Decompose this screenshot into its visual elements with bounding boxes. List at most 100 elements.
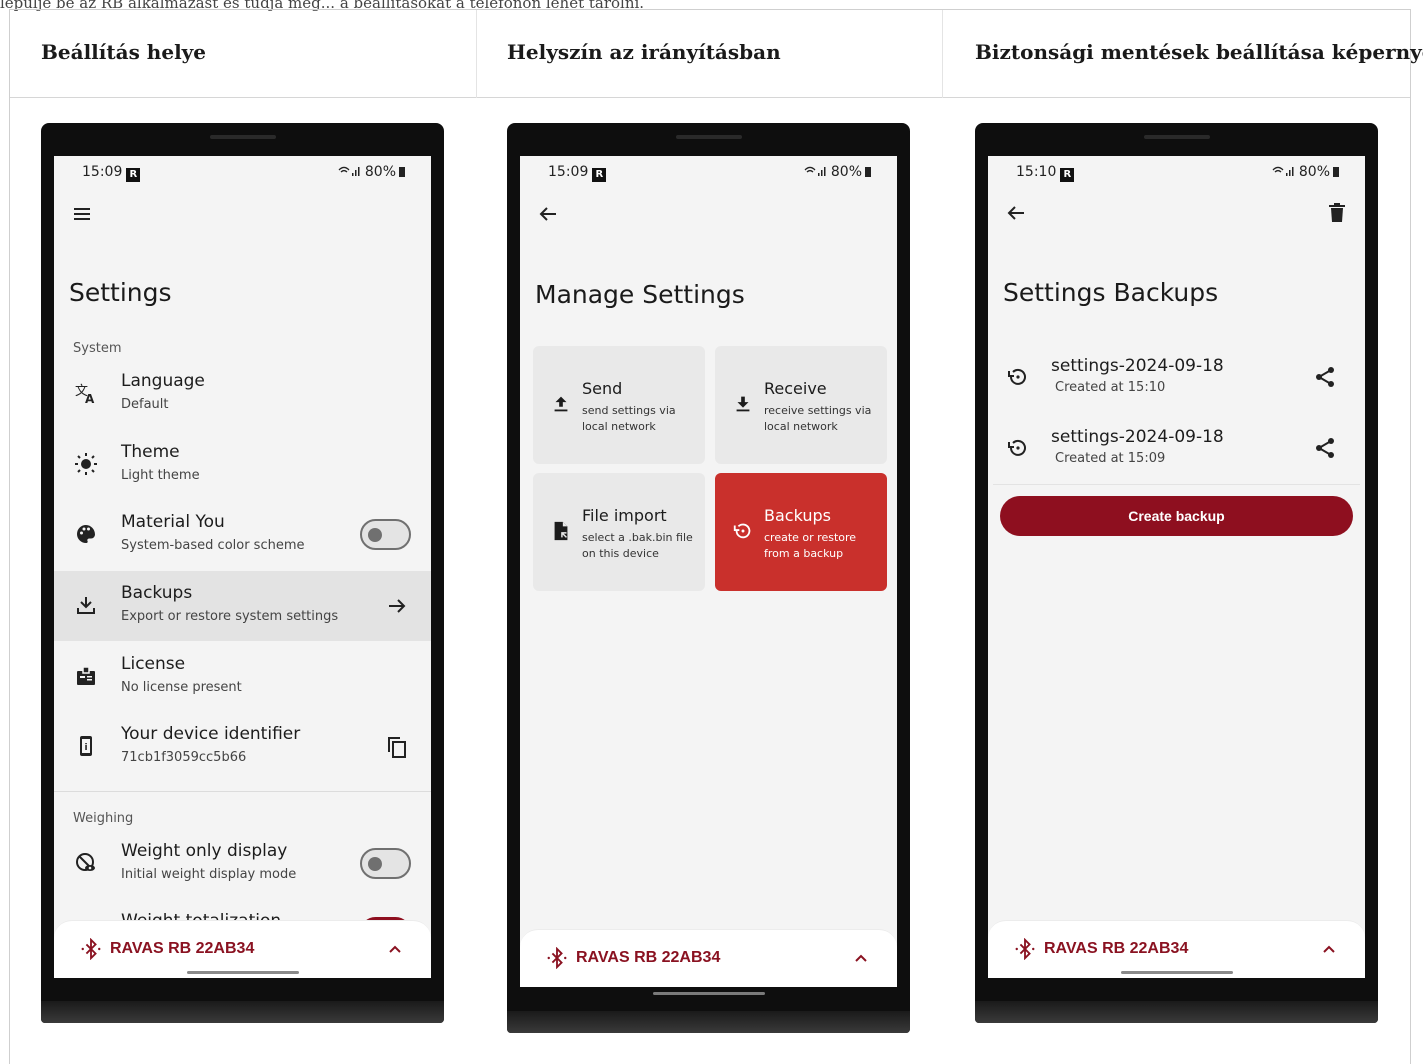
settings-item-title: Your device identifier bbox=[121, 724, 301, 744]
share-icon[interactable] bbox=[1313, 436, 1337, 460]
restore-icon bbox=[1006, 436, 1030, 460]
status-time: 15:09 bbox=[82, 164, 123, 180]
settings-item-subtitle: No license present bbox=[121, 680, 242, 695]
page-title: Settings bbox=[69, 278, 172, 307]
status-right: 80% bbox=[338, 164, 405, 180]
weight-eye-icon bbox=[74, 851, 98, 875]
trash-icon[interactable] bbox=[1325, 201, 1349, 225]
settings-item-language[interactable]: 文A Language Default bbox=[54, 359, 431, 429]
column-header-navigation: Helyszín az irányításban bbox=[507, 40, 781, 64]
phone-bottom-edge bbox=[41, 1001, 444, 1023]
page-title: Settings Backups bbox=[1003, 278, 1219, 307]
phone-manage-settings: 15:09 R 80% Manage Settings Send send set… bbox=[507, 123, 910, 1033]
chevron-up-icon[interactable] bbox=[851, 948, 871, 968]
svg-text:A: A bbox=[85, 392, 95, 405]
badge-icon bbox=[74, 664, 98, 688]
battery-icon bbox=[399, 167, 405, 177]
header-divider bbox=[10, 97, 1410, 98]
settings-item-device-identifier[interactable]: i Your device identifier 71cb1f3059cc5b6… bbox=[54, 712, 431, 782]
settings-item-weight-only-display[interactable]: Weight only display Initial weight displ… bbox=[54, 829, 431, 899]
backup-created: Created at 15:10 bbox=[1055, 380, 1166, 395]
backup-item[interactable]: settings-2024-09-18 Created at 15:10 bbox=[988, 343, 1365, 413]
settings-screen: 15:09 R 80% Settings System 文A Language D… bbox=[54, 156, 431, 978]
phone-settings: 15:09 R 80% Settings System 文A Language D… bbox=[41, 123, 444, 1023]
material-you-toggle[interactable] bbox=[360, 519, 411, 550]
brightness-icon bbox=[74, 452, 98, 476]
svg-text:i: i bbox=[85, 743, 88, 753]
tile-send[interactable]: Send send settings via local network bbox=[533, 346, 705, 464]
create-backup-button[interactable]: Create backup bbox=[1000, 496, 1353, 536]
device-bar[interactable]: RAVAS RB 22AB34 bbox=[520, 929, 897, 987]
settings-item-title: Weight only display bbox=[121, 841, 288, 861]
nav-handle[interactable] bbox=[652, 992, 765, 995]
device-bar[interactable]: RAVAS RB 22AB34 bbox=[988, 920, 1365, 978]
phone-bottom-edge bbox=[975, 1001, 1378, 1023]
tile-file-import[interactable]: File import select a .bak.bin file on th… bbox=[533, 473, 705, 591]
palette-icon bbox=[74, 522, 98, 546]
status-bar: 15:10 R 80% bbox=[988, 156, 1365, 188]
device-name: RAVAS RB 22AB34 bbox=[576, 949, 721, 966]
phone-speaker bbox=[209, 135, 276, 139]
tile-subtitle: select a .bak.bin file on this device bbox=[582, 531, 693, 560]
battery-icon bbox=[1333, 167, 1339, 177]
device-name: RAVAS RB 22AB34 bbox=[110, 940, 255, 957]
tile-subtitle: receive settings via local network bbox=[764, 404, 872, 433]
settings-item-backups[interactable]: Backups Export or restore system setting… bbox=[54, 571, 431, 641]
back-arrow-icon[interactable] bbox=[1004, 201, 1028, 225]
settings-item-subtitle: Export or restore system settings bbox=[121, 609, 339, 624]
phone-speaker bbox=[1143, 135, 1210, 139]
download-tray-icon bbox=[732, 393, 754, 415]
settings-item-material-you[interactable]: Material You System-based color scheme bbox=[54, 500, 431, 570]
battery-percent: 80% bbox=[364, 164, 396, 180]
settings-item-subtitle: System-based color scheme bbox=[121, 538, 305, 553]
chevron-up-icon[interactable] bbox=[1319, 939, 1339, 959]
tile-receive[interactable]: Receive receive settings via local netwo… bbox=[715, 346, 887, 464]
battery-percent: 80% bbox=[1298, 164, 1330, 180]
weight-only-display-toggle[interactable] bbox=[360, 848, 411, 879]
device-name: RAVAS RB 22AB34 bbox=[1044, 940, 1189, 957]
tile-title: Backups bbox=[764, 506, 831, 525]
translate-icon: 文A bbox=[74, 381, 98, 406]
device-bar[interactable]: RAVAS RB 22AB34 bbox=[54, 920, 431, 978]
tile-subtitle: send settings via local network bbox=[582, 404, 676, 433]
nav-handle[interactable] bbox=[1120, 971, 1233, 974]
tile-backups[interactable]: Backups create or restore from a backup bbox=[715, 473, 887, 591]
copy-icon[interactable] bbox=[385, 735, 409, 759]
back-arrow-icon[interactable] bbox=[536, 202, 560, 226]
section-divider bbox=[54, 791, 431, 792]
restore-icon bbox=[1006, 365, 1030, 389]
phone-speaker bbox=[675, 135, 742, 139]
bluetooth-icon bbox=[546, 946, 568, 970]
section-header-weighing: Weighing bbox=[73, 811, 134, 826]
settings-item-title: License bbox=[121, 654, 186, 674]
settings-item-subtitle: Initial weight display mode bbox=[121, 867, 297, 882]
column-header-location: Beállítás helye bbox=[41, 40, 207, 64]
column-header-backup-screen: Biztonsági mentések beállítása képernyő bbox=[975, 40, 1423, 64]
page-title: Manage Settings bbox=[535, 280, 745, 309]
wifi-signal-icon bbox=[804, 166, 826, 176]
bluetooth-icon bbox=[1014, 937, 1036, 961]
wifi-signal-icon bbox=[338, 166, 360, 176]
tile-title: Send bbox=[582, 379, 623, 398]
status-right: 80% bbox=[804, 164, 871, 180]
list-divider bbox=[993, 484, 1360, 485]
settings-item-license[interactable]: License No license present bbox=[54, 642, 431, 712]
status-bar: 15:09 R 80% bbox=[520, 156, 897, 188]
settings-item-subtitle: Light theme bbox=[121, 468, 200, 483]
nav-handle[interactable] bbox=[186, 971, 299, 974]
restore-icon bbox=[732, 520, 754, 542]
backup-created: Created at 15:09 bbox=[1055, 451, 1166, 466]
settings-item-theme[interactable]: Theme Light theme bbox=[54, 430, 431, 500]
tile-title: Receive bbox=[764, 379, 827, 398]
status-bar: 15:09 R 80% bbox=[54, 156, 431, 188]
settings-item-subtitle: Default bbox=[121, 397, 169, 412]
settings-item-subtitle: 71cb1f3059cc5b66 bbox=[121, 750, 247, 765]
app-badge-icon: R bbox=[592, 168, 607, 182]
share-icon[interactable] bbox=[1313, 365, 1337, 389]
chevron-up-icon[interactable] bbox=[385, 939, 405, 959]
status-time: 15:10 bbox=[1016, 164, 1057, 180]
wifi-signal-icon bbox=[1272, 166, 1294, 176]
bluetooth-icon bbox=[80, 937, 102, 961]
backup-item[interactable]: settings-2024-09-18 Created at 15:09 bbox=[988, 414, 1365, 484]
hamburger-icon[interactable] bbox=[70, 202, 94, 226]
